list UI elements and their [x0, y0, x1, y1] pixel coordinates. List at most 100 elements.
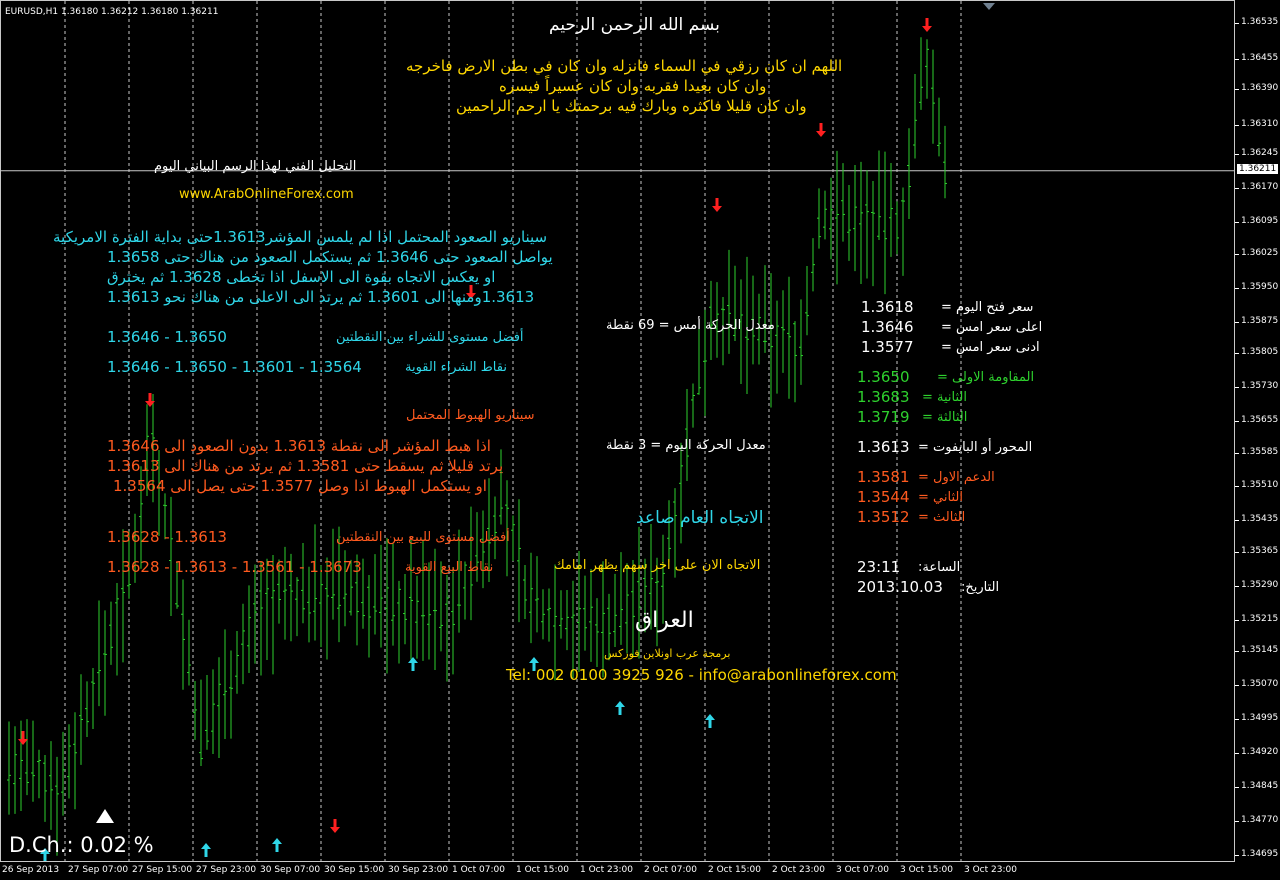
price-tick-label: 1.35145 — [1241, 645, 1279, 656]
time-tick-label: 3 Oct 23:00 — [964, 865, 1017, 875]
date-value: 2013.10.03 — [857, 578, 943, 596]
sell-arrow-icon — [145, 393, 155, 407]
dua-line-1: اللهم ان كان رزقي في السماء فانزله وان ك… — [406, 57, 843, 75]
time-tick-label: 30 Sep 23:00 — [388, 865, 449, 875]
price-tick-mark — [1235, 154, 1239, 156]
low-label: ادنى سعر امس = — [941, 340, 1040, 355]
price-tick-label: 1.34920 — [1241, 747, 1279, 758]
price-tick-label: 1.34995 — [1241, 713, 1279, 724]
price-tick-label: 1.35215 — [1241, 613, 1279, 624]
resistance-1-label: المقاومة الاولى = — [937, 370, 1035, 385]
bull-scenario-line-3: او يعكس الاتجاه بقوة الى الاسفل اذا تخطى… — [107, 268, 496, 286]
current-price-tag: 1.36211 — [1237, 163, 1279, 174]
price-tick-label: 1.35585 — [1241, 446, 1279, 457]
website-label: www.ArabOnlineForex.com — [179, 187, 354, 202]
buy-arrow-icon — [705, 714, 715, 728]
time-label: الساعة: — [918, 560, 961, 575]
strong-sell-label: نقاط البيع القوية — [405, 560, 494, 575]
price-tick-label: 1.35510 — [1241, 480, 1279, 491]
time-tick-label: 2 Oct 23:00 — [772, 865, 825, 875]
high-value: 1.3646 — [861, 318, 914, 336]
time-tick-label: 30 Sep 07:00 — [260, 865, 321, 875]
basmala: بسم الله الرحمن الرحيم — [549, 15, 720, 35]
time-tick-label: 30 Sep 15:00 — [324, 865, 385, 875]
price-tick-mark — [1235, 420, 1239, 422]
best-buy-value: 1.3646 - 1.3650 — [107, 328, 227, 346]
time-value: 23:11 — [857, 558, 901, 576]
dua-line-2: وان كان بعيدا فقربه وان كان عسيراً فيسره — [499, 77, 767, 95]
resistance-2-value: 1.3683 — [857, 388, 910, 406]
sell-arrow-icon — [922, 18, 932, 32]
sell-arrow-icon — [18, 731, 28, 745]
price-tick-label: 1.35070 — [1241, 679, 1279, 690]
strong-buy-label: نقاط الشراء القوية — [405, 360, 507, 375]
support-1-label: الدعم الاول = — [918, 470, 995, 485]
bull-scenario-line-4: 1.3613ومنها الى 1.3601 ثم يرتد الى الاعل… — [107, 288, 535, 306]
price-tick-mark — [1235, 685, 1239, 687]
price-tick-label: 1.36455 — [1241, 53, 1279, 64]
price-tick-label: 1.36025 — [1241, 247, 1279, 258]
today-move: معدل الحركة اليوم = 3 نقطة — [606, 438, 766, 453]
support-1-value: 1.3581 — [857, 468, 910, 486]
time-tick-label: 1 Oct 23:00 — [580, 865, 633, 875]
buy-arrow-icon — [615, 701, 625, 715]
price-tick-label: 1.35290 — [1241, 579, 1279, 590]
time-tick-label: 26 Sep 2013 — [2, 865, 60, 875]
bear-scenario-line-1: اذا هبط المؤشر الى نقطة 1.3613 بدون الصع… — [107, 437, 491, 455]
chart-area[interactable]: EURUSD,H1 1.36180 1.36212 1.36180 1.3621… — [0, 0, 1235, 862]
price-tick-mark — [1235, 353, 1239, 355]
dua-line-3: وان كان قليلا فاكثره وبارك فيه برحمتك يا… — [456, 97, 807, 115]
time-tick-label: 1 Oct 07:00 — [452, 865, 505, 875]
date-label: التاريخ: — [961, 580, 1000, 595]
programming-credit: برمجة عرب اونلاين فوركس — [604, 647, 731, 660]
price-tick-label: 1.35875 — [1241, 315, 1279, 326]
price-tick-mark — [1235, 854, 1239, 856]
best-sell-label: أفضل مستوى للبيع بين النقطتين — [336, 530, 510, 545]
price-tick-mark — [1235, 551, 1239, 553]
price-tick-mark — [1235, 520, 1239, 522]
price-tick-mark — [1235, 452, 1239, 454]
price-tick-mark — [1235, 786, 1239, 788]
price-tick-label: 1.35655 — [1241, 414, 1279, 425]
price-tick-mark — [1235, 321, 1239, 323]
yesterday-move: معدل الحركة أمس = 69 نقطة — [606, 318, 775, 333]
bear-scenario-line-3: او يستكمل الهبوط اذا وصل 1.3577 حتى يصل … — [113, 477, 487, 495]
time-tick-label: 3 Oct 15:00 — [900, 865, 953, 875]
contact-info: Tel: 002 0100 3925 926 - info@arabonline… — [506, 666, 897, 684]
price-tick-mark — [1235, 287, 1239, 289]
price-tick-label: 1.35730 — [1241, 381, 1279, 392]
scroll-marker-icon[interactable] — [983, 3, 995, 10]
price-axis[interactable]: 1.36535 1.36455 1.36390 1.36310 1.36245 1.361… — [1235, 0, 1280, 880]
buy-arrow-icon — [272, 838, 282, 852]
resistance-2-label: الثانية = — [922, 390, 967, 405]
time-tick-label: 27 Sep 15:00 — [132, 865, 193, 875]
strong-buy-value: 1.3646 - 1.3650 - 1.3601 - 1.3564 — [107, 358, 362, 376]
up-triangle-icon — [96, 809, 114, 823]
sell-arrow-icon — [816, 123, 826, 137]
price-tick-label: 1.36390 — [1241, 82, 1279, 93]
resistance-3-value: 1.3719 — [857, 408, 910, 426]
bear-scenario-line-2: يرتد قليلا ثم يسقط حتى 1.3581 ثم يرتد من… — [107, 457, 504, 475]
buy-arrow-icon — [201, 843, 211, 857]
price-tick-label: 1.34845 — [1241, 780, 1279, 791]
support-3-label: الثالث = — [918, 510, 966, 525]
price-tick-label: 1.36310 — [1241, 118, 1279, 129]
price-tick-mark — [1235, 719, 1239, 721]
support-2-label: الثاني = — [918, 490, 963, 505]
price-tick-mark — [1235, 486, 1239, 488]
price-tick-mark — [1235, 619, 1239, 621]
price-tick-mark — [1235, 188, 1239, 190]
best-buy-label: أفضل مستوى للشراء بين النقطتين — [336, 330, 524, 345]
bull-scenario-line-1: سيناريو الصعود المحتمل اذا لم يلمس المؤش… — [53, 228, 548, 246]
price-tick-label: 1.35805 — [1241, 347, 1279, 358]
iraq-label: العراق — [635, 608, 694, 633]
price-tick-label: 1.35365 — [1241, 545, 1279, 556]
resistance-1-value: 1.3650 — [857, 368, 910, 386]
price-tick-mark — [1235, 753, 1239, 755]
high-label: اعلى سعر امس = — [941, 320, 1043, 335]
resistance-3-label: الثالثة = — [922, 410, 968, 425]
time-axis[interactable]: 26 Sep 2013 27 Sep 07:00 27 Sep 15:00 27 Se… — [0, 862, 1235, 880]
support-2-value: 1.3544 — [857, 488, 910, 506]
price-tick-mark — [1235, 253, 1239, 255]
time-tick-label: 2 Oct 15:00 — [708, 865, 761, 875]
